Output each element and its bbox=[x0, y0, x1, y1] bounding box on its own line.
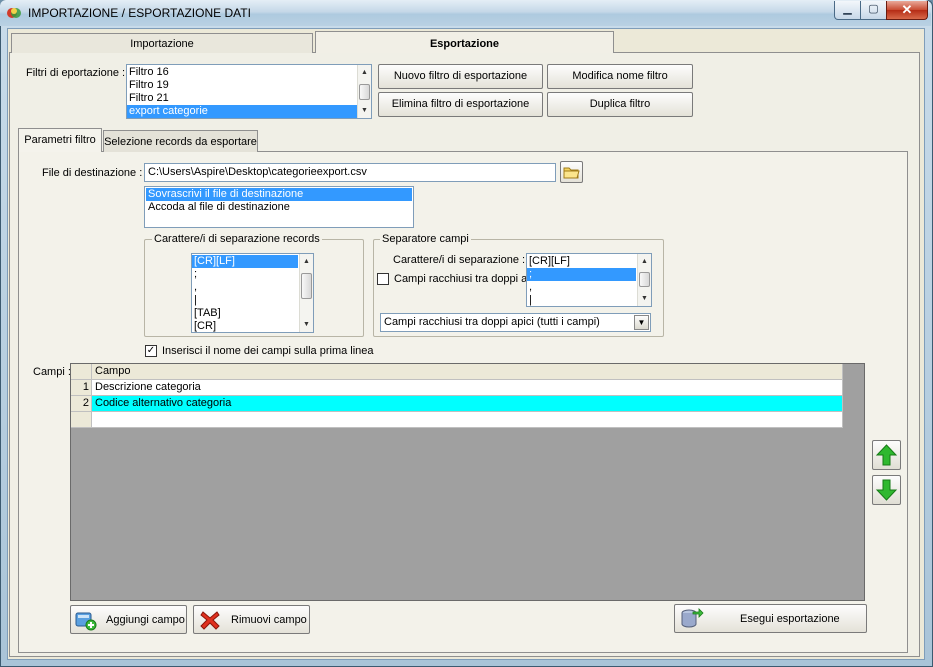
record-separator-item[interactable]: [TAB] bbox=[192, 307, 298, 320]
add-field-button[interactable]: Aggiungi campo bbox=[70, 605, 187, 634]
header-names-label: Inserisci il nome dei campi sulla prima … bbox=[162, 345, 374, 357]
filters-scrollbar[interactable]: ▲ ▼ bbox=[357, 65, 371, 118]
field-separator-item[interactable]: , bbox=[527, 281, 636, 294]
write-mode-item[interactable]: Sovrascrivi il file di destinazione bbox=[146, 188, 412, 201]
scroll-up-icon[interactable]: ▲ bbox=[300, 255, 313, 268]
remove-field-button[interactable]: Rimuovi campo bbox=[193, 605, 310, 634]
record-separator-title: Carattere/i di separazione records bbox=[152, 233, 322, 245]
rename-filter-button[interactable]: Modifica nome filtro bbox=[547, 64, 693, 89]
new-filter-button[interactable]: Nuovo filtro di esportazione bbox=[378, 64, 543, 89]
move-down-button[interactable] bbox=[872, 475, 901, 505]
scroll-down-icon[interactable]: ▼ bbox=[300, 318, 313, 331]
scroll-down-icon[interactable]: ▼ bbox=[638, 292, 651, 305]
remove-field-label: Rimuovi campo bbox=[231, 614, 307, 626]
filter-list-item[interactable]: Filtro 21 bbox=[127, 92, 357, 105]
remove-field-icon bbox=[200, 611, 220, 630]
field-separator-title: Separatore campi bbox=[380, 233, 471, 245]
grid-row-number[interactable]: 1 bbox=[71, 380, 92, 396]
filter-list-item[interactable]: export categorie bbox=[127, 105, 357, 118]
record-separator-item[interactable]: , bbox=[192, 281, 298, 294]
field-separator-item[interactable]: | bbox=[527, 294, 636, 306]
maximize-button[interactable]: ▢ bbox=[860, 1, 887, 20]
filter-list-item[interactable]: Filtro 19 bbox=[127, 79, 357, 92]
folder-icon bbox=[563, 167, 580, 179]
title-bar[interactable]: IMPORTAZIONE / ESPORTAZIONE DATI bbox=[0, 0, 931, 26]
scroll-thumb[interactable] bbox=[639, 272, 650, 287]
table-row[interactable]: Codice alternativo categoria bbox=[92, 396, 843, 412]
browse-folder-button[interactable] bbox=[560, 161, 583, 183]
tab-selezione-records[interactable]: Selezione records da esportare bbox=[103, 130, 258, 152]
quote-fields-checkbox[interactable] bbox=[377, 273, 389, 285]
field-separator-item[interactable]: [CR][LF] bbox=[527, 255, 636, 268]
record-separator-item[interactable]: [CR] bbox=[192, 320, 298, 332]
scroll-down-icon[interactable]: ▼ bbox=[358, 104, 371, 117]
scroll-up-icon[interactable]: ▲ bbox=[358, 66, 371, 79]
filter-list-item[interactable]: Filtro 16 bbox=[127, 66, 357, 79]
quote-mode-value: Campi racchiusi tra doppi apici (tutti i… bbox=[384, 316, 600, 328]
run-export-button[interactable]: Esegui esportazione bbox=[674, 604, 867, 633]
window-title: IMPORTAZIONE / ESPORTAZIONE DATI bbox=[28, 6, 251, 20]
fields-label: Campi : bbox=[33, 366, 71, 378]
grid-row-number[interactable]: 2 bbox=[71, 396, 92, 412]
record-separator-listbox[interactable]: [CR][LF];, | [TAB] [CR] ▲ ▼ bbox=[191, 253, 314, 333]
tab-esportazione[interactable]: Esportazione bbox=[315, 31, 614, 53]
grid-new-row-number[interactable] bbox=[71, 412, 92, 428]
scroll-thumb[interactable] bbox=[301, 273, 312, 299]
destination-input[interactable]: C:\Users\Aspire\Desktop\categorieexport.… bbox=[144, 163, 556, 182]
add-field-label: Aggiungi campo bbox=[106, 614, 185, 626]
fields-grid[interactable]: Campo 1 Descrizione categoria 2 Codice alte… bbox=[70, 363, 865, 601]
duplicate-filter-button[interactable]: Duplica filtro bbox=[547, 92, 693, 117]
record-separator-item[interactable]: [CR][LF] bbox=[192, 255, 298, 268]
arrow-down-icon bbox=[875, 479, 898, 501]
filters-label: Filtri di eportazione : bbox=[26, 67, 126, 79]
field-separator-listbox[interactable]: [CR][LF];, | ▲ ▼ bbox=[526, 253, 652, 307]
write-mode-item[interactable]: Accoda al file di destinazione bbox=[146, 201, 412, 214]
scroll-thumb[interactable] bbox=[359, 84, 370, 100]
export-icon bbox=[681, 608, 704, 628]
move-up-button[interactable] bbox=[872, 440, 901, 470]
field-separator-label: Carattere/i di separazione : bbox=[393, 254, 526, 266]
quote-mode-select[interactable]: Campi racchiusi tra doppi apici (tutti i… bbox=[380, 313, 651, 332]
header-names-checkbox[interactable]: ✓ bbox=[145, 345, 157, 357]
field-separator-scrollbar[interactable]: ▲ ▼ bbox=[637, 254, 651, 306]
scroll-up-icon[interactable]: ▲ bbox=[638, 255, 651, 268]
delete-filter-button[interactable]: Elimina filtro di esportazione bbox=[378, 92, 543, 117]
table-row[interactable]: Descrizione categoria bbox=[92, 380, 843, 396]
record-separator-item[interactable]: | bbox=[192, 294, 298, 307]
grid-column-header[interactable]: Campo bbox=[92, 364, 843, 380]
grid-new-row[interactable] bbox=[92, 412, 843, 428]
arrow-up-icon bbox=[875, 444, 898, 466]
quote-fields-label: Campi racchiusi tra doppi apici bbox=[394, 273, 526, 285]
tab-parametri-filtro[interactable]: Parametri filtro bbox=[18, 128, 102, 152]
app-icon bbox=[7, 8, 21, 18]
record-separator-scrollbar[interactable]: ▲ ▼ bbox=[299, 254, 313, 332]
tab-importazione[interactable]: Importazione bbox=[11, 33, 313, 53]
close-button[interactable]: ✕ bbox=[886, 1, 928, 20]
minimize-button[interactable]: ▁ bbox=[834, 1, 861, 20]
run-export-label: Esegui esportazione bbox=[740, 613, 840, 625]
add-field-icon bbox=[75, 612, 97, 631]
grid-corner bbox=[71, 364, 92, 380]
chevron-down-icon[interactable]: ▼ bbox=[634, 315, 649, 330]
record-separator-item[interactable]: ; bbox=[192, 268, 298, 281]
destination-label: File di destinazione : bbox=[42, 167, 143, 179]
write-mode-listbox[interactable]: Sovrascrivi il file di destinazione Accod… bbox=[144, 186, 414, 228]
filters-listbox[interactable]: Filtro 16 Filtro 19 Filtro 21 export catego… bbox=[126, 64, 372, 119]
field-separator-item[interactable]: ; bbox=[527, 268, 636, 281]
